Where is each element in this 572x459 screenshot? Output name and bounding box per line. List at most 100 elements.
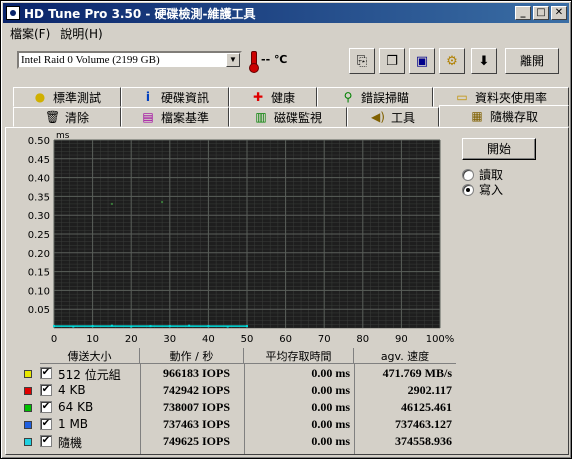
y-axis-label: ms [56, 131, 70, 141]
copy-icon: ⎘ [356, 53, 368, 69]
tab-file-benchmark[interactable]: ▤ 檔案基準 [121, 107, 229, 127]
close-button[interactable]: ✕ [551, 6, 567, 20]
title-bar[interactable]: HD Tune Pro 3.50 - 硬碟檢測-維護工具 _ □ ✕ [3, 3, 569, 23]
write-label: 寫入 [479, 183, 504, 197]
row-access: 0.00 ms [311, 417, 350, 431]
monitor-icon: ▥ [255, 110, 267, 124]
window-title: HD Tune Pro 3.50 - 硬碟檢測-維護工具 [24, 6, 256, 21]
series-color-swatch [24, 438, 32, 446]
x-tick-label: 10 [86, 334, 99, 345]
tab-disk-monitor[interactable]: ▥ 磁碟監視 [229, 107, 347, 127]
tab-label: 錯誤掃瞄 [360, 90, 409, 105]
data-point [110, 202, 113, 205]
minimize-button[interactable]: _ [515, 6, 531, 20]
row-iops: 738007 IOPS [162, 400, 230, 414]
series-color-swatch [24, 404, 32, 412]
settings-button[interactable]: ⚙ [439, 48, 465, 74]
access-time-chart: 0 10 20 30 40 50 60 70 80 90 100% 0.50 0.45 0.40 0.35 0… [6, 128, 458, 346]
copy-button[interactable]: ⎘ [349, 48, 375, 74]
row-checkbox[interactable]: ✔ [40, 418, 52, 430]
y-tick-label: 0.50 [28, 136, 50, 147]
row-access: 0.00 ms [311, 383, 350, 397]
row-iops: 749625 IOPS [162, 434, 230, 448]
x-tick-label: 70 [318, 334, 331, 345]
tab-health[interactable]: ✚ 健康 [229, 87, 317, 107]
row-iops: 742942 IOPS [162, 383, 230, 397]
download-button[interactable]: ⬇ [471, 48, 497, 74]
x-tick-label: 60 [279, 334, 292, 345]
x-tick-label: 20 [125, 334, 138, 345]
row-checkbox[interactable]: ✔ [40, 367, 52, 379]
random-access-icon: ▦ [471, 109, 483, 123]
y-tick-label: 0.10 [28, 286, 50, 297]
settings-icon: ⚙ [446, 53, 458, 69]
menu-file[interactable]: 檔案(F) [5, 24, 55, 41]
row-speed: 374558.936 [395, 434, 452, 448]
speaker-icon: ◀) [371, 110, 385, 124]
start-button[interactable]: 開始 [462, 138, 536, 160]
row-size: 1 MB [58, 417, 89, 431]
access-time-chart-svg: 0 10 20 30 40 50 60 70 80 90 100% 0.50 0.45 0.40 0.35 0… [28, 131, 455, 345]
row-speed: 471.769 MB/s [382, 366, 452, 380]
data-point [161, 201, 164, 204]
tab-label: 磁碟監視 [273, 110, 322, 125]
maximize-button[interactable]: □ [533, 6, 549, 20]
health-cross-icon: ✚ [252, 90, 264, 104]
exit-button[interactable]: 離開 [505, 48, 559, 74]
row-iops: 966183 IOPS [162, 366, 230, 380]
folder-icon: ▭ [456, 90, 468, 104]
tab-random-access[interactable]: ▦ 隨機存取 [439, 105, 569, 127]
tab-tools[interactable]: ◀) 工具 [347, 107, 439, 127]
row-size: 512 位元組 [58, 368, 121, 382]
x-tick-label: 100% [426, 334, 455, 345]
tab-info[interactable]: i 硬碟資訊 [121, 87, 229, 107]
tab-erase[interactable]: 🗑 清除 [13, 107, 121, 127]
save-icon: ▣ [415, 53, 429, 69]
row-access: 0.00 ms [311, 366, 350, 380]
app-window: HD Tune Pro 3.50 - 硬碟檢測-維護工具 _ □ ✕ 檔案(F)… [0, 0, 572, 459]
header-ops: 動作 / 秒 [140, 348, 244, 364]
header-size: 傳送大小 [40, 348, 140, 364]
tab-benchmark[interactable]: ● 標準測試 [13, 87, 121, 107]
menu-bar: 檔案(F) 說明(H) [5, 24, 108, 41]
thermometer-icon [248, 51, 259, 73]
x-tick-label: 30 [163, 334, 176, 345]
table-row: ✔ 4 KB 742942 IOPS 0.00 ms 2902.117 [24, 382, 456, 399]
header-speed: agv. 速度 [354, 348, 456, 364]
row-size: 64 KB [58, 400, 94, 414]
file-benchmark-icon: ▤ [142, 110, 154, 124]
series-color-swatch [24, 387, 32, 395]
row-checkbox[interactable]: ✔ [40, 401, 52, 413]
copy-screenshot-button[interactable]: ❐ [379, 48, 405, 74]
toolbar: Intel Raid 0 Volume (2199 GB) ▼ -- ℃ ⎘ ❐… [5, 45, 569, 77]
y-tick-label: 0.20 [28, 249, 50, 260]
drive-select[interactable]: Intel Raid 0 Volume (2199 GB) ▼ [17, 51, 242, 69]
write-radio[interactable] [462, 183, 474, 196]
save-button[interactable]: ▣ [409, 48, 435, 74]
menu-help[interactable]: 說明(H) [55, 24, 107, 41]
tab-label: 硬碟資訊 [160, 90, 209, 105]
y-tick-label: 0.35 [28, 192, 50, 203]
trash-icon: 🗑 [44, 110, 61, 124]
write-option[interactable]: 寫入 [462, 181, 503, 198]
tab-folder-usage[interactable]: ▭ 資料夾使用率 [433, 87, 569, 107]
tab-label: 檔案基準 [160, 110, 209, 125]
table-row: ✔ 1 MB 737463 IOPS 0.00 ms 737463.127 [24, 416, 456, 433]
row-speed: 2902.117 [407, 383, 452, 397]
read-radio[interactable] [462, 168, 474, 181]
x-tick-label: 40 [202, 334, 215, 345]
row-speed: 46125.461 [401, 400, 452, 414]
row-speed: 737463.127 [395, 417, 452, 431]
row-checkbox[interactable]: ✔ [40, 384, 52, 396]
magnifier-icon: ⚲ [343, 90, 353, 104]
tab-label: 隨機存取 [489, 109, 538, 124]
row-access: 0.00 ms [311, 434, 350, 448]
x-tick-label: 90 [395, 334, 408, 345]
table-row: ✔ 512 位元組 966183 IOPS 0.00 ms 471.769 MB… [24, 365, 456, 382]
copy-screenshot-icon: ❐ [386, 53, 398, 69]
x-tick-label: 0 [51, 334, 57, 345]
tab-label: 標準測試 [52, 90, 101, 105]
chevron-down-icon[interactable]: ▼ [226, 53, 240, 67]
row-checkbox[interactable]: ✔ [40, 435, 52, 447]
tab-error-scan[interactable]: ⚲ 錯誤掃瞄 [317, 87, 433, 107]
